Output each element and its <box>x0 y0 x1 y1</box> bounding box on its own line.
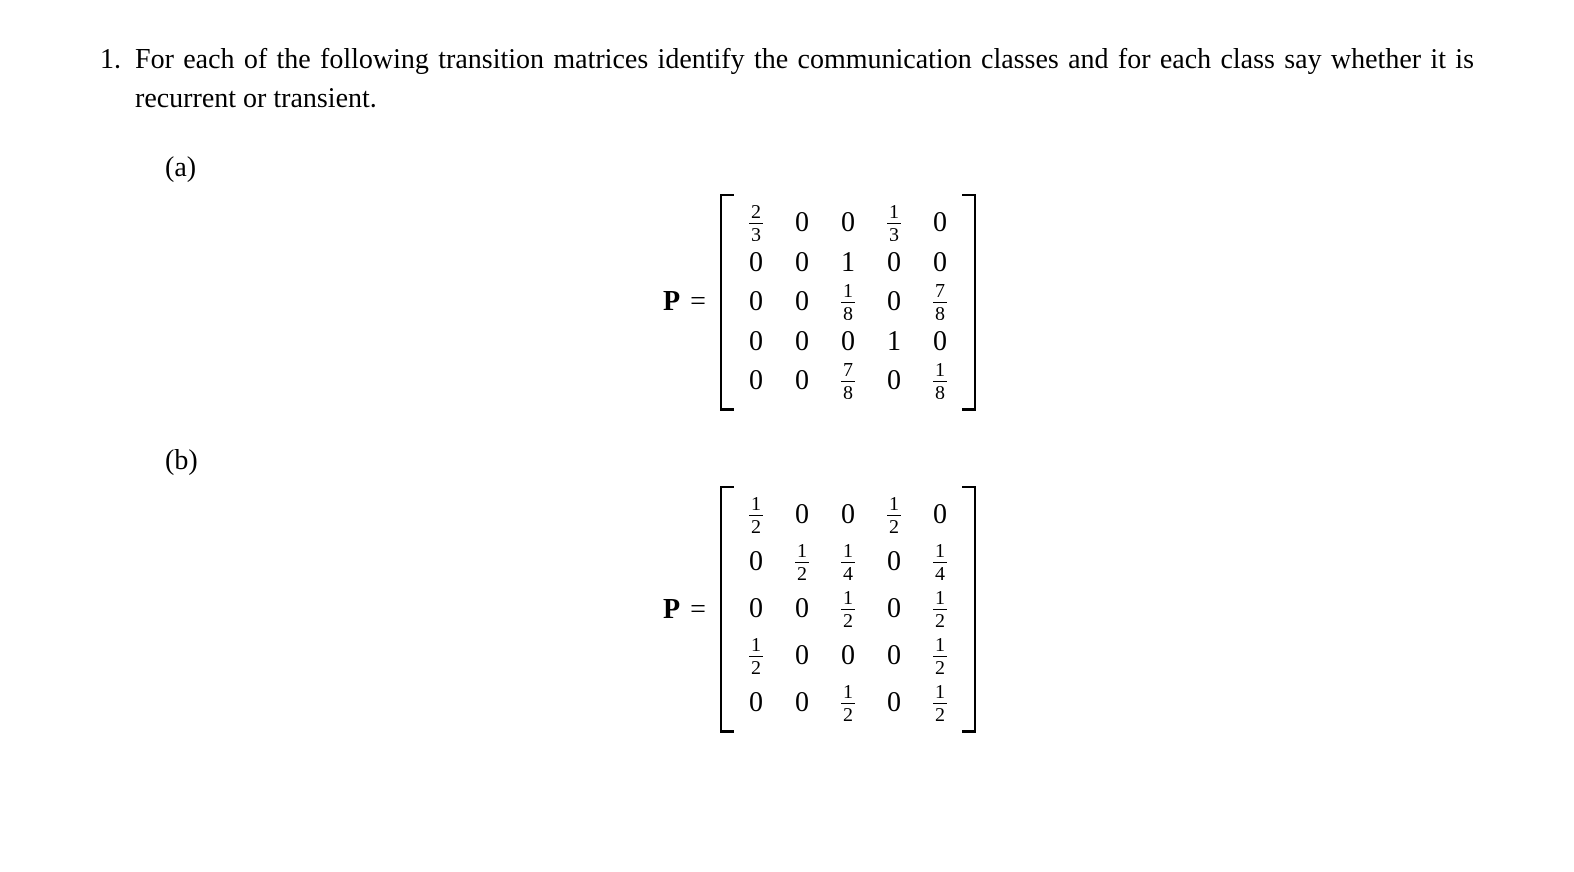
matrix-cell: 0 <box>930 328 950 356</box>
matrix-cell: 12 <box>792 541 812 584</box>
matrix-cell: 0 <box>838 501 858 529</box>
matrix-cell: 0 <box>792 642 812 670</box>
matrix-cell: 0 <box>792 501 812 529</box>
fraction: 12 <box>887 494 901 537</box>
problem-1: 1. For each of the following transition … <box>100 40 1474 739</box>
matrix-a: 2300130001000018078000100078018 <box>720 194 976 411</box>
matrix-cell: 12 <box>930 635 950 678</box>
matrix-cell: 0 <box>930 249 950 277</box>
matrix-cell: 18 <box>838 281 858 324</box>
problem-number: 1. <box>100 40 121 79</box>
right-bracket-icon <box>964 486 976 733</box>
problem-text: For each of the following transition mat… <box>135 44 1474 114</box>
matrix-cell: 12 <box>930 682 950 725</box>
matrix-cell: 13 <box>884 202 904 245</box>
matrix-cell: 0 <box>746 249 766 277</box>
fraction: 13 <box>887 202 901 245</box>
matrix-cell: 0 <box>884 249 904 277</box>
fraction: 78 <box>841 360 855 403</box>
matrix-cell: 1 <box>838 249 858 277</box>
matrix-cell: 78 <box>930 281 950 324</box>
matrix-cell: 0 <box>884 288 904 316</box>
right-bracket-icon <box>964 194 976 411</box>
fraction: 12 <box>841 682 855 725</box>
matrix-cell: 0 <box>746 689 766 717</box>
part-a: (a) P = 2300130001000018078000100078018 <box>165 148 1474 410</box>
fraction: 12 <box>795 541 809 584</box>
matrix-symbol: P <box>663 282 680 321</box>
matrix-cell: 0 <box>930 501 950 529</box>
matrix-cell: 12 <box>884 494 904 537</box>
matrix-cell: 0 <box>746 367 766 395</box>
left-bracket-icon <box>720 486 732 733</box>
matrix-a-grid: 2300130001000018078000100078018 <box>732 194 964 411</box>
equals-sign: = <box>690 282 706 321</box>
matrix-cell: 78 <box>838 360 858 403</box>
matrix-cell: 0 <box>792 209 812 237</box>
matrix-b: 120012001214014001201212000120012012 <box>720 486 976 733</box>
matrix-symbol: P <box>663 590 680 629</box>
fraction: 12 <box>933 635 947 678</box>
matrix-cell: 0 <box>792 689 812 717</box>
fraction: 14 <box>841 541 855 584</box>
matrix-cell: 0 <box>746 595 766 623</box>
matrix-cell: 14 <box>838 541 858 584</box>
matrix-cell: 0 <box>884 548 904 576</box>
matrix-cell: 12 <box>838 588 858 631</box>
matrix-cell: 0 <box>884 367 904 395</box>
matrix-cell: 12 <box>746 494 766 537</box>
fraction: 12 <box>749 635 763 678</box>
matrix-cell: 18 <box>930 360 950 403</box>
matrix-b-grid: 120012001214014001201212000120012012 <box>732 486 964 733</box>
fraction: 78 <box>933 281 947 324</box>
fraction: 12 <box>933 588 947 631</box>
matrix-cell: 0 <box>930 209 950 237</box>
matrix-cell: 0 <box>746 548 766 576</box>
fraction: 14 <box>933 541 947 584</box>
matrix-cell: 0 <box>792 249 812 277</box>
part-a-label: (a) <box>165 148 1474 187</box>
matrix-cell: 0 <box>746 328 766 356</box>
part-b-label: (b) <box>165 441 1474 480</box>
matrix-cell: 12 <box>838 682 858 725</box>
part-b: (b) P = 12001200121401400120121200012001… <box>165 441 1474 733</box>
matrix-cell: 0 <box>746 288 766 316</box>
problem-body: For each of the following transition mat… <box>135 40 1474 739</box>
matrix-cell: 0 <box>792 288 812 316</box>
matrix-cell: 12 <box>746 635 766 678</box>
fraction: 23 <box>749 202 763 245</box>
fraction: 18 <box>933 360 947 403</box>
fraction: 12 <box>933 682 947 725</box>
matrix-cell: 0 <box>792 367 812 395</box>
matrix-cell: 0 <box>838 209 858 237</box>
matrix-cell: 0 <box>792 595 812 623</box>
matrix-cell: 0 <box>838 328 858 356</box>
fraction: 12 <box>841 588 855 631</box>
matrix-cell: 0 <box>884 595 904 623</box>
left-bracket-icon <box>720 194 732 411</box>
fraction: 12 <box>749 494 763 537</box>
matrix-cell: 0 <box>884 642 904 670</box>
matrix-cell: 0 <box>884 689 904 717</box>
matrix-cell: 0 <box>792 328 812 356</box>
equals-sign: = <box>690 590 706 629</box>
matrix-cell: 12 <box>930 588 950 631</box>
matrix-cell: 1 <box>884 328 904 356</box>
matrix-cell: 0 <box>838 642 858 670</box>
part-b-equation: P = 120012001214014001201212000120012012 <box>165 486 1474 733</box>
matrix-cell: 23 <box>746 202 766 245</box>
matrix-cell: 14 <box>930 541 950 584</box>
part-a-equation: P = 2300130001000018078000100078018 <box>165 194 1474 411</box>
fraction: 18 <box>841 281 855 324</box>
